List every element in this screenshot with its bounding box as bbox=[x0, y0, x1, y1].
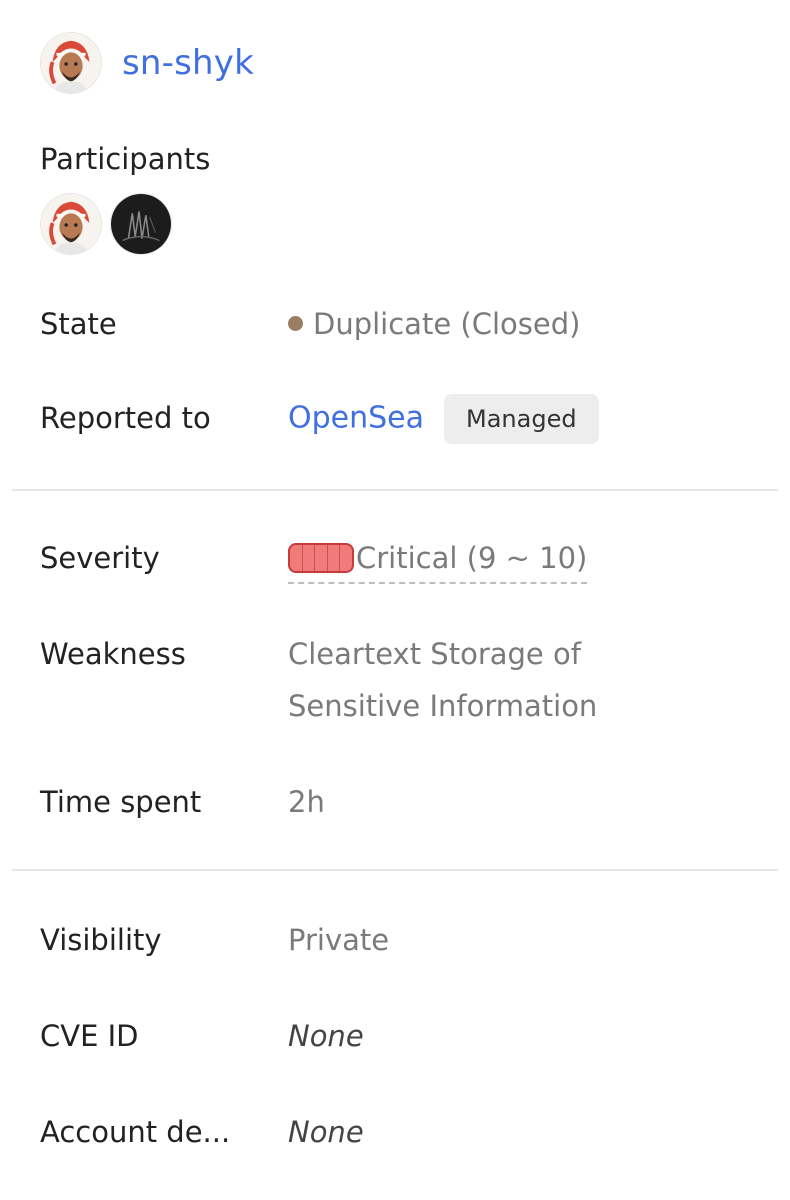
reported-to-label: Reported to bbox=[40, 401, 211, 435]
state-value: Duplicate (Closed) bbox=[288, 298, 580, 350]
state-text: Duplicate (Closed) bbox=[313, 307, 581, 341]
state-dot-icon bbox=[288, 316, 303, 331]
section-divider bbox=[12, 869, 778, 871]
account-details-row: Account de... None bbox=[40, 1112, 770, 1158]
visibility-label: Visibility bbox=[40, 923, 162, 957]
severity-row: Severity Critical (9 ~ 10) bbox=[40, 538, 770, 584]
reported-to-row: Reported to OpenSea Managed bbox=[40, 394, 770, 448]
report-sidebar-panel: sn-shyk Participants State Duplicate (Cl… bbox=[0, 0, 790, 1200]
visibility-row: Visibility Private bbox=[40, 920, 770, 966]
weakness-label: Weakness bbox=[40, 637, 186, 671]
weakness-row: Weakness Cleartext Storage of Sensitive … bbox=[40, 634, 770, 732]
cve-id-row: CVE ID None bbox=[40, 1016, 770, 1062]
visibility-value: Private bbox=[288, 923, 390, 957]
participants-label: Participants bbox=[40, 142, 211, 176]
weakness-line-1: Cleartext Storage of bbox=[288, 637, 581, 671]
cve-id-value: None bbox=[288, 1019, 364, 1053]
weakness-line-2: Sensitive Information bbox=[288, 689, 598, 723]
severity-text: Critical (9 ~ 10) bbox=[356, 541, 588, 575]
time-spent-row: Time spent 2h bbox=[40, 782, 770, 828]
account-details-label: Account de... bbox=[40, 1115, 231, 1149]
reporter-header: sn-shyk bbox=[40, 32, 254, 94]
managed-badge: Managed bbox=[444, 394, 599, 444]
time-spent-label: Time spent bbox=[40, 785, 202, 819]
reporter-username-link[interactable]: sn-shyk bbox=[122, 43, 254, 83]
program-link[interactable]: OpenSea bbox=[288, 401, 424, 436]
severity-label: Severity bbox=[40, 541, 160, 575]
severity-value[interactable]: Critical (9 ~ 10) bbox=[288, 538, 588, 584]
cve-id-label: CVE ID bbox=[40, 1019, 139, 1053]
reporter-avatar-icon[interactable] bbox=[40, 193, 102, 255]
state-label: State bbox=[40, 307, 117, 341]
severity-meter-icon bbox=[288, 543, 354, 573]
reported-to-value: OpenSea Managed bbox=[288, 394, 599, 448]
reporter-avatar-icon[interactable] bbox=[40, 32, 102, 94]
account-details-value: None bbox=[288, 1115, 364, 1149]
state-row: State Duplicate (Closed) bbox=[40, 304, 770, 350]
participant-dark-avatar-icon[interactable] bbox=[110, 193, 172, 255]
participants-avatar-list bbox=[40, 193, 172, 255]
weakness-value[interactable]: Cleartext Storage of Sensitive Informati… bbox=[288, 628, 597, 732]
time-spent-value: 2h bbox=[288, 785, 325, 819]
section-divider bbox=[12, 489, 778, 491]
